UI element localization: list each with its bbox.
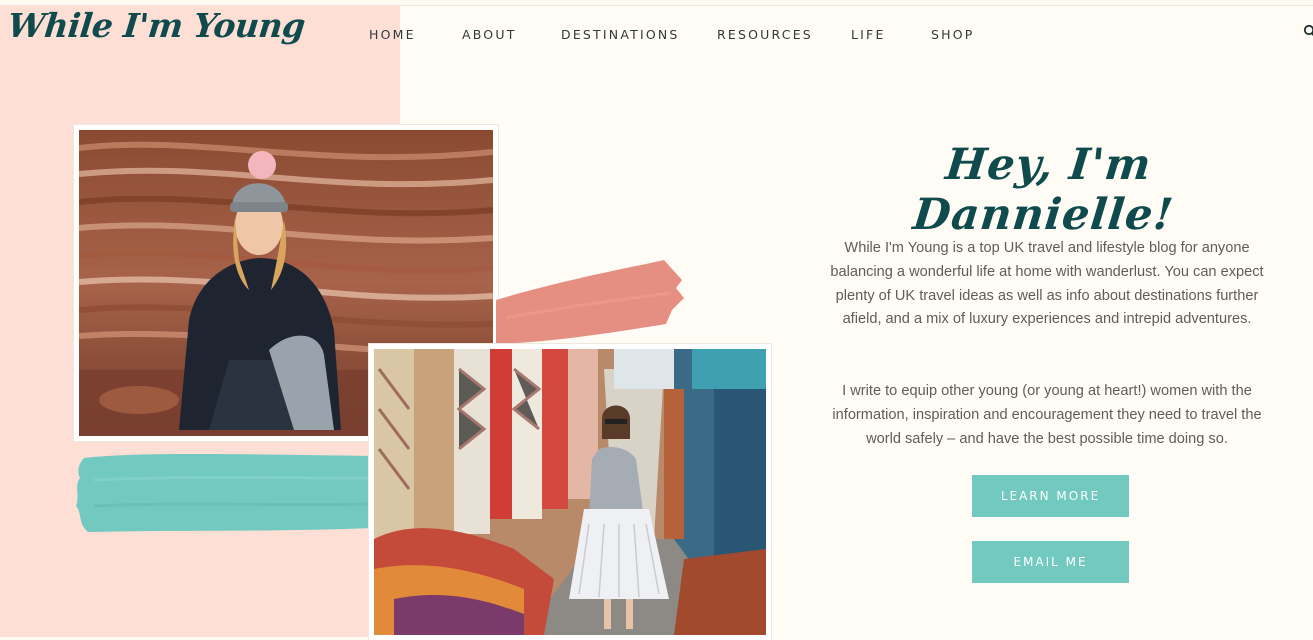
intro-paragraph-1: While I'm Young is a top UK travel and l… xyxy=(830,240,1264,328)
nav-item-life[interactable]: LIFE xyxy=(851,27,886,42)
main-nav: HOME ABOUT DESTINATIONS RESOURCES LIFE S… xyxy=(0,27,1313,47)
search-icon xyxy=(1303,24,1313,36)
nav-item-destinations[interactable]: DESTINATIONS xyxy=(561,27,680,42)
nav-item-resources[interactable]: RESOURCES xyxy=(717,27,813,42)
photo-rug-market xyxy=(369,344,771,640)
email-me-button[interactable]: EMAIL ME xyxy=(972,541,1129,583)
nav-item-about[interactable]: ABOUT xyxy=(462,27,517,42)
intro-paragraph-2: I write to equip other young (or young a… xyxy=(832,383,1262,447)
nav-item-home[interactable]: HOME xyxy=(369,27,416,42)
teal-brush-stroke xyxy=(76,454,374,532)
search-button[interactable] xyxy=(1303,24,1313,40)
hero-heading: Hey, I'm Dannielle! xyxy=(910,140,1177,240)
learn-more-button[interactable]: LEARN MORE xyxy=(972,475,1129,517)
salmon-brush-stroke xyxy=(496,260,684,344)
nav-item-shop[interactable]: SHOP xyxy=(931,27,975,42)
